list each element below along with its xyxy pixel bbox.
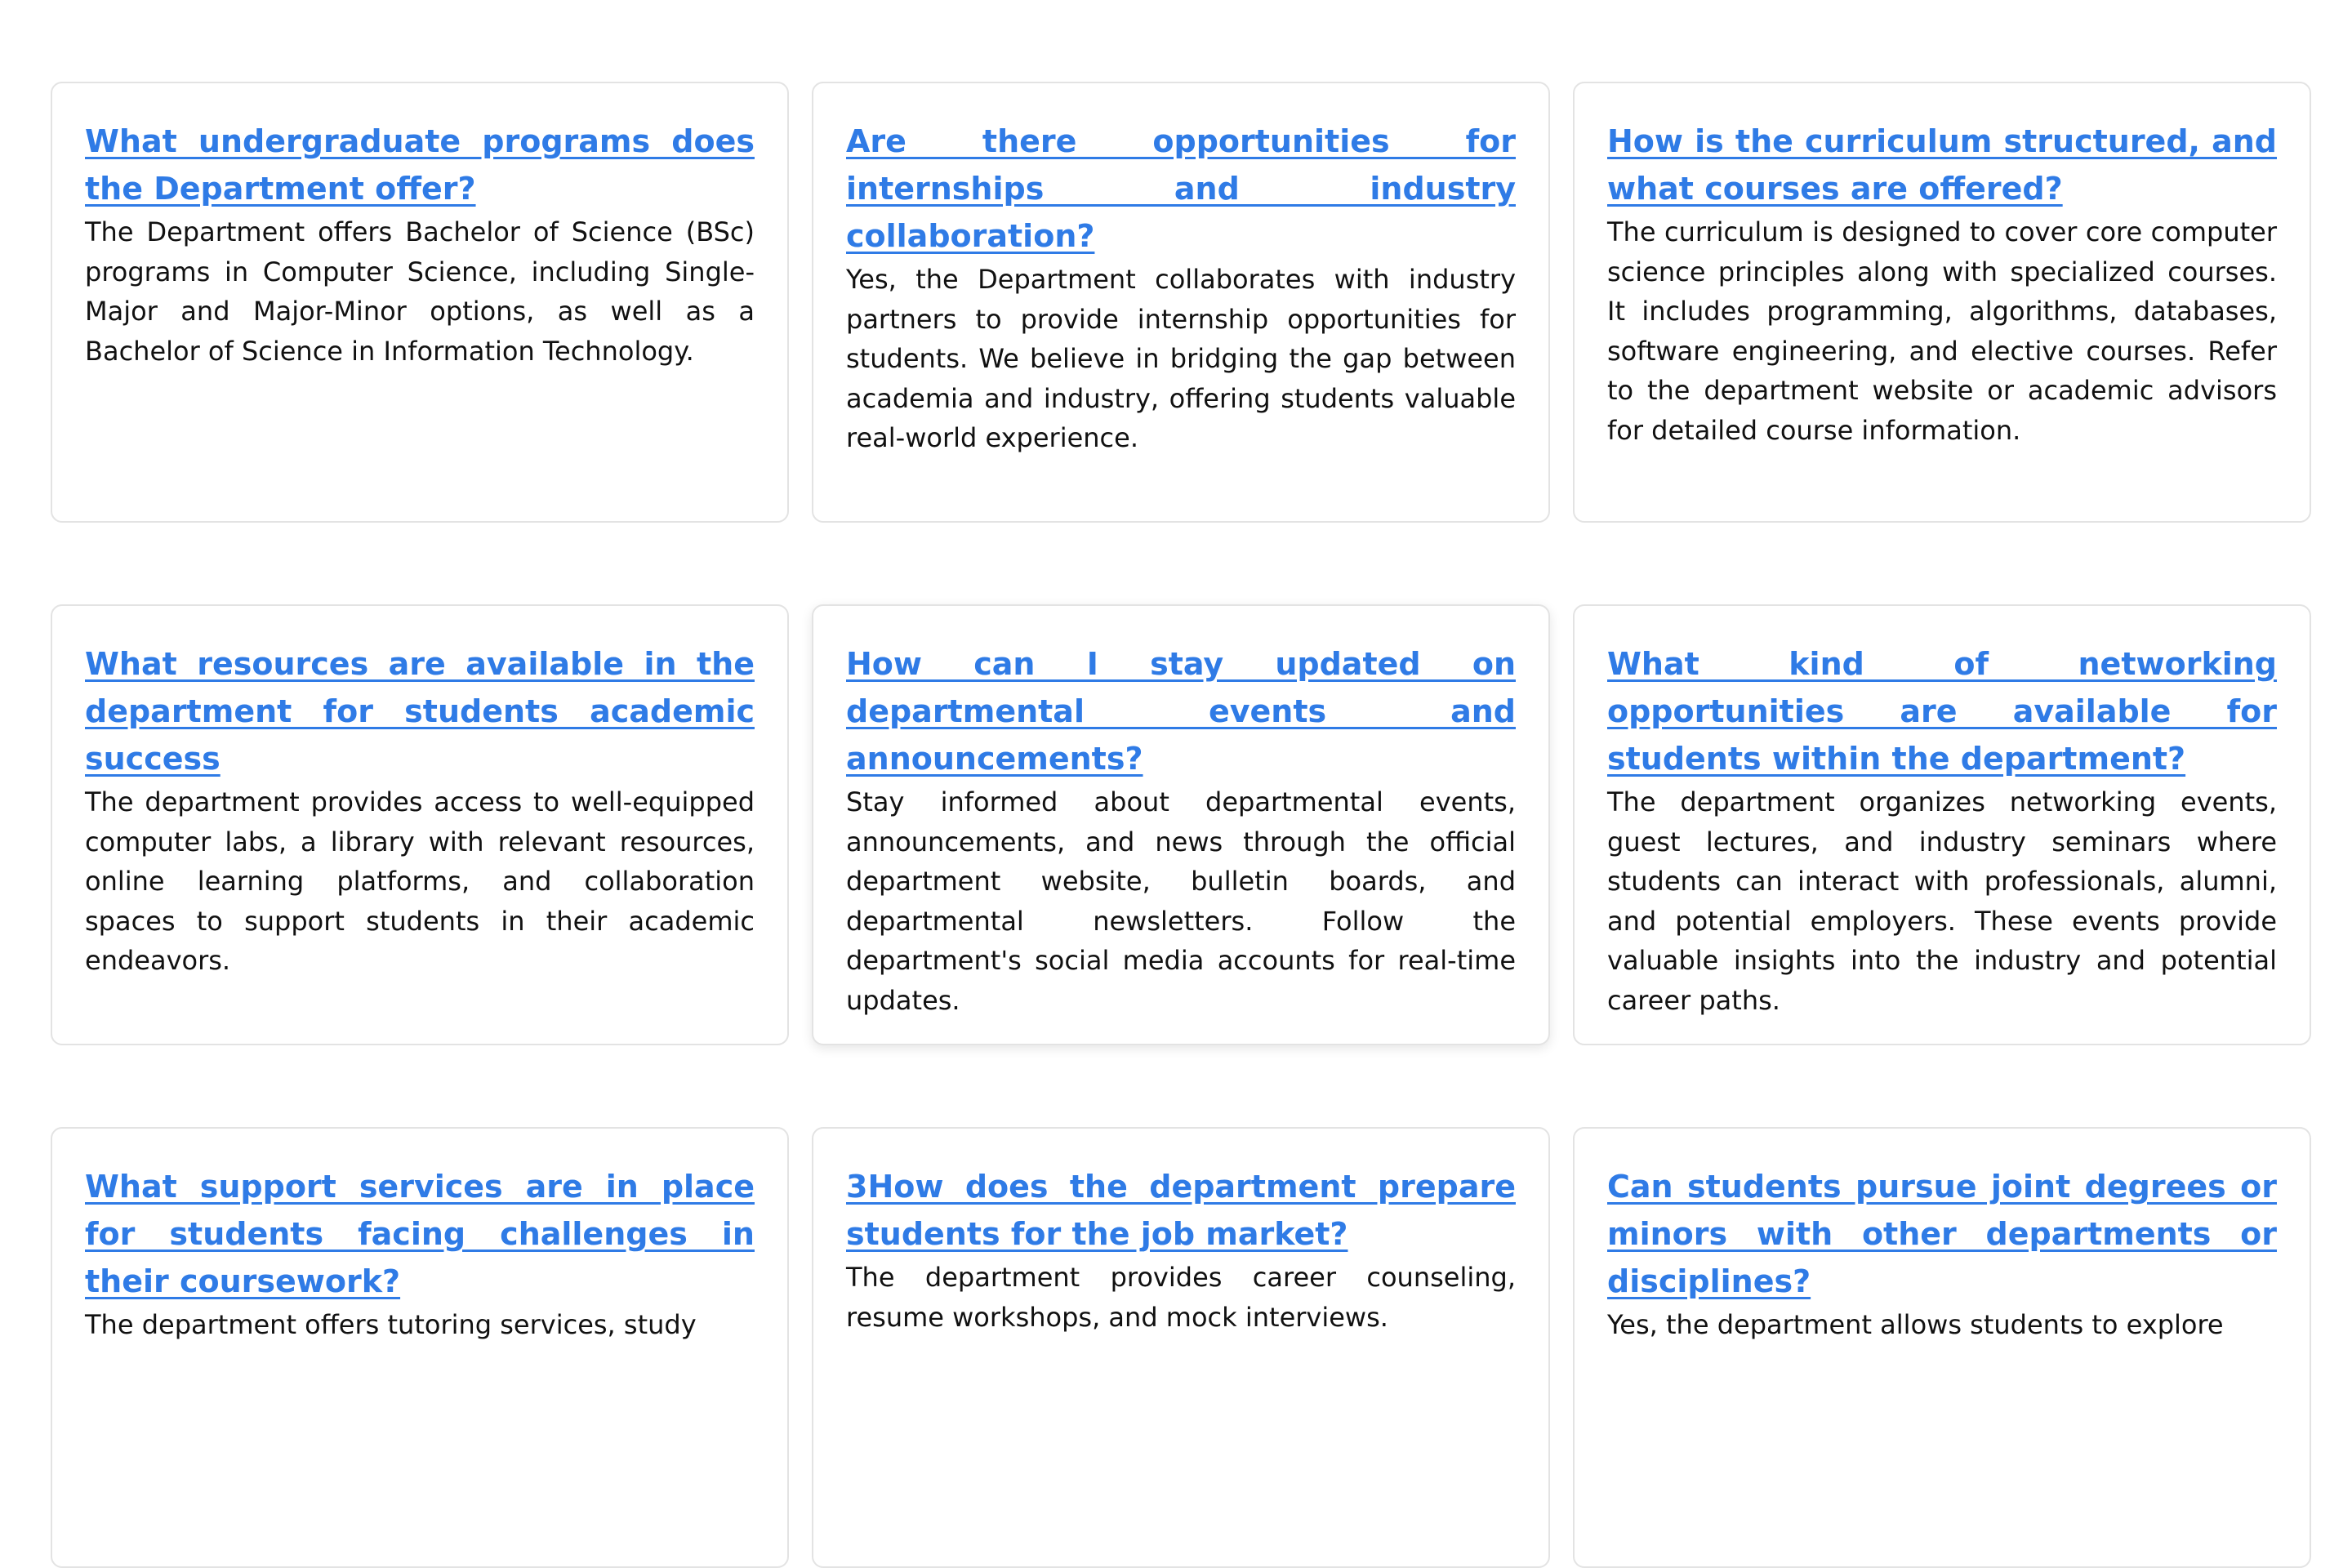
faq-question-link[interactable]: What support services are in place for s… [85, 1163, 755, 1305]
faq-card: What support services are in place for s… [51, 1127, 789, 1568]
faq-answer: Yes, the Department collaborates with in… [846, 264, 1516, 453]
faq-question-link[interactable]: What kind of networking opportunities ar… [1607, 640, 2277, 782]
faq-answer: The department provides career counselin… [846, 1262, 1516, 1333]
faq-card: What resources are available in the depa… [51, 604, 789, 1045]
faq-question-link[interactable]: How can I stay updated on departmental e… [846, 640, 1516, 782]
faq-grid: What undergraduate programs does the Dep… [51, 82, 2311, 1568]
faq-answer: The department provides access to well-e… [85, 786, 755, 976]
faq-answer: Stay informed about departmental events,… [846, 786, 1516, 1016]
faq-card: Are there opportunities for internships … [812, 82, 1550, 523]
faq-question-link[interactable]: 3How does the department prepare student… [846, 1163, 1516, 1258]
faq-card: How is the curriculum structured, and wh… [1573, 82, 2311, 523]
faq-question-link[interactable]: Are there opportunities for internships … [846, 118, 1516, 260]
faq-question-link[interactable]: How is the curriculum structured, and wh… [1607, 118, 2277, 212]
faq-answer: The Department offers Bachelor of Scienc… [85, 216, 755, 367]
faq-answer: The department offers tutoring services,… [85, 1309, 697, 1340]
faq-question-link[interactable]: Can students pursue joint degrees or min… [1607, 1163, 2277, 1305]
faq-question-link[interactable]: What resources are available in the depa… [85, 640, 755, 782]
faq-card: Can students pursue joint degrees or min… [1573, 1127, 2311, 1568]
faq-answer: The department organizes networking even… [1607, 786, 2277, 1016]
faq-card: 3How does the department prepare student… [812, 1127, 1550, 1568]
faq-answer: Yes, the department allows students to e… [1607, 1309, 2224, 1340]
faq-answer: The curriculum is designed to cover core… [1607, 216, 2277, 446]
faq-card-hovered: How can I stay updated on departmental e… [812, 604, 1550, 1045]
faq-question-link[interactable]: What undergraduate programs does the Dep… [85, 118, 755, 212]
faq-card: What kind of networking opportunities ar… [1573, 604, 2311, 1045]
faq-card: What undergraduate programs does the Dep… [51, 82, 789, 523]
